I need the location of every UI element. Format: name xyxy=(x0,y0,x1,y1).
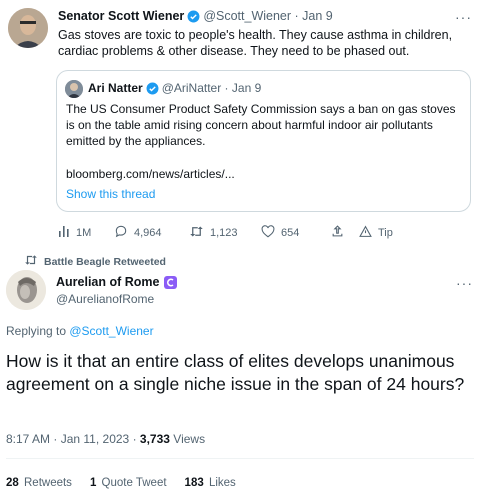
dot-separator: · xyxy=(132,432,140,446)
tweet2-author-name[interactable]: Aurelian of Rome xyxy=(56,275,160,289)
dot-separator: · xyxy=(291,9,303,23)
replying-prefix: Replying to xyxy=(6,324,70,338)
retweets-label: Retweets xyxy=(24,477,72,489)
retweet-count: 1,123 xyxy=(210,226,238,239)
retweets-stat[interactable]: 28 Retweets xyxy=(6,477,72,489)
divider xyxy=(6,458,474,459)
tweet1-text: Gas stoves are toxic to people's health.… xyxy=(58,28,453,58)
tweet1-handle[interactable]: @Scott_Wiener xyxy=(203,9,291,23)
likes-label: Likes xyxy=(208,477,236,489)
quote-handle: @AriNatter xyxy=(161,81,222,95)
tweet2-time[interactable]: 8:17 AM xyxy=(6,432,50,446)
dot-separator: · xyxy=(221,81,232,95)
retweet-action[interactable]: 1,123 xyxy=(189,225,261,241)
quote-date: Jan 9 xyxy=(231,81,262,95)
quote-header: Ari Natter @AriNatter · Jan 9 xyxy=(88,81,261,95)
share-action[interactable] xyxy=(331,224,359,241)
more-icon[interactable]: ··· xyxy=(455,9,472,25)
retweet-icon xyxy=(189,225,210,241)
analytics-icon xyxy=(58,225,76,240)
verified-icon xyxy=(187,10,200,23)
tweet2-text: How is it that an entire class of elites… xyxy=(6,351,465,394)
heart-icon xyxy=(261,224,281,241)
tweet2-stats: 28 Retweets 1 Quote Tweet 183 Likes xyxy=(6,477,236,489)
retweet-icon xyxy=(24,254,38,269)
purple-badge-icon xyxy=(163,275,177,289)
replying-to-line: Replying to @Scott_Wiener xyxy=(6,324,154,338)
dot-separator: · xyxy=(53,432,61,446)
quote-text: The US Consumer Product Safety Commissio… xyxy=(66,102,456,148)
tweet2-views-count: 3,733 xyxy=(139,432,170,446)
tweet1-date[interactable]: Jan 9 xyxy=(302,9,333,23)
likes-count: 183 xyxy=(184,477,204,489)
quote-tweet-card[interactable]: Ari Natter @AriNatter · Jan 9 The US Con… xyxy=(56,70,471,212)
reply-count: 4,964 xyxy=(134,226,162,239)
views-action[interactable]: 1M xyxy=(58,225,114,240)
views-count: 1M xyxy=(76,226,92,239)
quote-author-name: Ari Natter xyxy=(88,81,143,95)
retweeted-by-label[interactable]: Battle Beagle Retweeted xyxy=(44,256,166,268)
like-action[interactable]: 654 xyxy=(261,224,331,241)
retweeted-by-line: Battle Beagle Retweeted xyxy=(24,254,166,269)
likes-stat[interactable]: 183 Likes xyxy=(185,477,236,489)
tip-label: Tip xyxy=(378,226,393,239)
retweets-count: 28 xyxy=(6,477,19,489)
tweet2-views-label: Views xyxy=(173,432,206,446)
tweet1-actions: 1M 4,964 1,123 654 Tip xyxy=(58,224,393,241)
share-icon xyxy=(331,224,350,241)
tweet2-header: Aurelian of Rome xyxy=(56,275,177,289)
quote-link[interactable]: bloomberg.com/news/articles/... xyxy=(66,167,235,181)
avatar-ari-natter xyxy=(65,80,83,98)
replying-to-handle[interactable]: @Scott_Wiener xyxy=(69,324,153,338)
tip-action[interactable]: Tip xyxy=(359,225,393,241)
verified-icon xyxy=(146,82,159,95)
show-thread-link[interactable]: Show this thread xyxy=(66,187,155,201)
like-count: 654 xyxy=(281,226,300,239)
reply-action[interactable]: 4,964 xyxy=(114,224,189,241)
tweet1-header: Senator Scott Wiener @Scott_Wiener · Jan… xyxy=(58,9,333,23)
avatar-aurelian[interactable] xyxy=(6,270,46,310)
tweet1-author-name[interactable]: Senator Scott Wiener xyxy=(58,9,184,23)
tip-icon xyxy=(359,225,378,241)
avatar-scott-wiener[interactable] xyxy=(8,8,48,48)
quote-count: 1 xyxy=(89,477,97,489)
quote-label: Quote Tweet xyxy=(101,477,167,489)
more-icon[interactable]: ··· xyxy=(456,275,473,291)
reply-icon xyxy=(114,224,134,241)
tweet2-handle[interactable]: @AurelianofRome xyxy=(56,292,154,306)
tweet2-meta: 8:17 AM · Jan 11, 2023 · 3,733 Views xyxy=(6,432,205,446)
tweet2-date[interactable]: Jan 11, 2023 xyxy=(61,432,130,446)
quote-tweets-stat[interactable]: 1 Quote Tweet xyxy=(90,477,167,489)
